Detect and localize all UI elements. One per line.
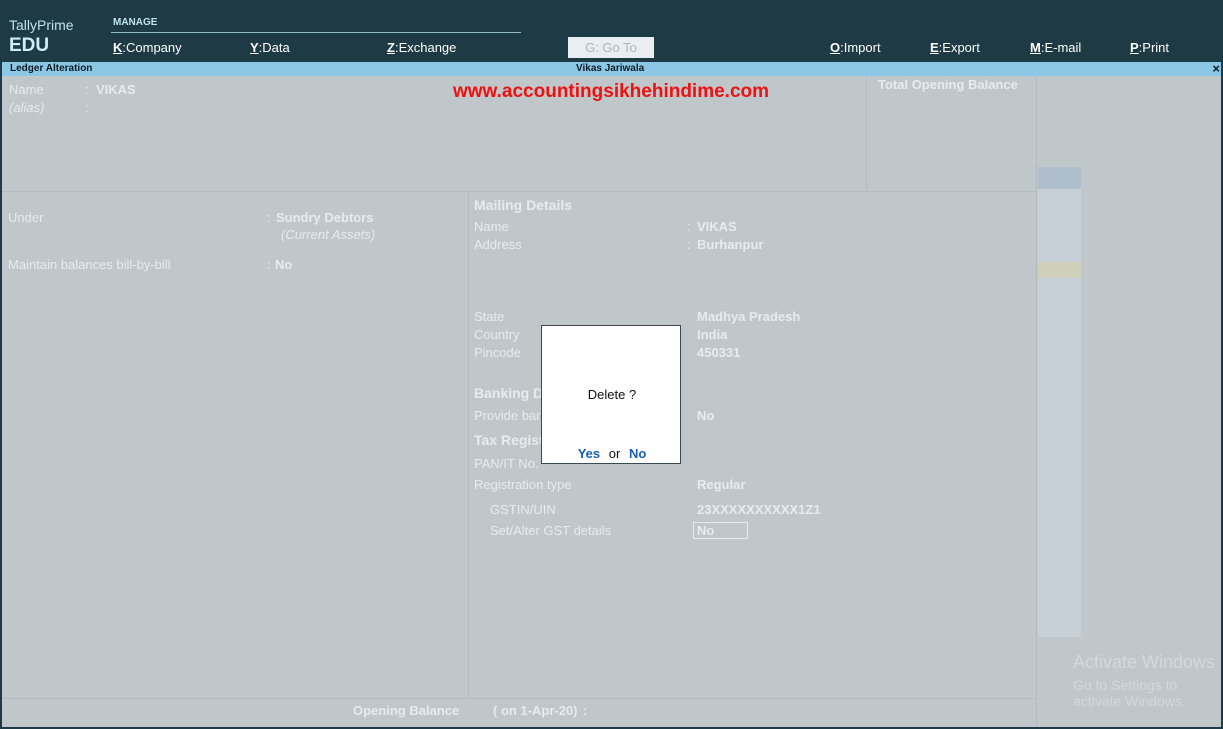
dialog-answers: Yes or No xyxy=(542,446,682,461)
bill-by-bill-value[interactable]: No xyxy=(275,257,292,272)
mailing-name-value[interactable]: VIKAS xyxy=(697,219,737,234)
menu-data[interactable]: Y:Data xyxy=(250,40,290,55)
divider xyxy=(866,76,867,191)
menu-print[interactable]: P:Print xyxy=(1130,40,1169,55)
divider xyxy=(1036,76,1037,727)
bill-by-bill-colon: : xyxy=(267,257,271,272)
watermark-url: www.accountingsikhehindime.com xyxy=(453,81,770,102)
state-label: State xyxy=(474,309,505,324)
provide-bank-value[interactable]: No xyxy=(697,408,714,423)
menu-export[interactable]: E:Export xyxy=(930,40,980,55)
pan-label: PAN/IT No. xyxy=(474,456,539,471)
bill-by-bill-label: Maintain balances bill-by-bill xyxy=(8,257,171,272)
menu-import[interactable]: O:Import xyxy=(830,40,881,55)
menu-company[interactable]: K:Company xyxy=(113,40,182,55)
gstin-value[interactable]: 23XXXXXXXXXX1Z1 xyxy=(697,502,821,517)
mailing-name-colon: : xyxy=(687,219,691,234)
name-value[interactable]: VIKAS xyxy=(96,82,136,97)
or-text: or xyxy=(608,446,621,461)
registration-type-label: Registration type xyxy=(474,477,572,492)
alias-colon: : xyxy=(85,100,89,115)
company-title: Vikas Jariwala xyxy=(576,63,645,74)
opening-balance-colon: : xyxy=(583,703,588,718)
alias-label: (alias) xyxy=(9,100,45,115)
side-panel-highlight xyxy=(1038,167,1081,189)
windows-activation-title: Activate Windows xyxy=(1073,652,1216,672)
side-panel xyxy=(1038,167,1081,637)
delete-confirm-dialog: Delete ? Yes or No xyxy=(541,325,681,464)
gstin-label: GSTIN/UIN xyxy=(490,502,556,517)
screen-title-bar: Ledger Alteration Vikas Jariwala × xyxy=(2,61,1221,76)
address-label: Address xyxy=(474,237,522,252)
pincode-label: Pincode xyxy=(474,345,521,360)
windows-activation-subtitle: Go to Settings to activate Windows. xyxy=(1073,677,1186,709)
side-panel-marker xyxy=(1038,262,1081,278)
divider xyxy=(2,191,1036,192)
app-edition: EDU xyxy=(9,35,50,56)
under-value[interactable]: Sundry Debtors xyxy=(276,210,374,225)
screen-title: Ledger Alteration xyxy=(10,63,93,74)
gst-details-label: Set/Alter GST details xyxy=(490,523,612,538)
top-bar: TallyPrime EDU MANAGE K:Company Y:Data Z… xyxy=(0,0,1223,62)
yes-button[interactable]: Yes xyxy=(578,446,600,461)
goto-button[interactable]: G: Go To xyxy=(568,37,654,58)
manage-divider xyxy=(111,32,521,33)
under-group: (Current Assets) xyxy=(281,227,376,242)
no-button[interactable]: No xyxy=(629,446,646,461)
provide-bank-label: Provide ban xyxy=(474,408,544,423)
under-colon: : xyxy=(267,210,271,225)
country-value[interactable]: India xyxy=(697,327,727,342)
under-label: Under xyxy=(8,210,44,225)
divider xyxy=(2,698,1036,699)
dialog-question: Delete ? xyxy=(587,387,637,402)
divider xyxy=(468,191,469,698)
country-label: Country xyxy=(474,327,520,342)
mailing-heading: Mailing Details xyxy=(474,197,573,213)
name-colon: : xyxy=(85,82,89,97)
gst-details-value[interactable]: No xyxy=(697,523,714,538)
manage-section-label: MANAGE xyxy=(113,17,158,28)
mailing-name-label: Name xyxy=(474,219,509,234)
opening-balance-label: Opening Balance xyxy=(353,703,460,718)
app-name: TallyPrime xyxy=(9,17,74,33)
tax-heading: Tax Regist xyxy=(474,432,544,448)
opening-balance-date: ( on 1-Apr-20) xyxy=(493,703,578,718)
name-label: Name xyxy=(9,82,44,97)
registration-type-value[interactable]: Regular xyxy=(697,477,745,492)
address-value[interactable]: Burhanpur xyxy=(697,237,763,252)
total-opening-balance-label: Total Opening Balance xyxy=(878,77,1018,92)
close-icon[interactable]: × xyxy=(1212,61,1220,76)
menu-exchange[interactable]: Z:Exchange xyxy=(387,40,456,55)
pincode-value[interactable]: 450331 xyxy=(697,345,740,360)
state-value[interactable]: Madhya Pradesh xyxy=(697,309,800,324)
address-colon: : xyxy=(687,237,691,252)
menu-email[interactable]: M:E-mail xyxy=(1030,40,1081,55)
